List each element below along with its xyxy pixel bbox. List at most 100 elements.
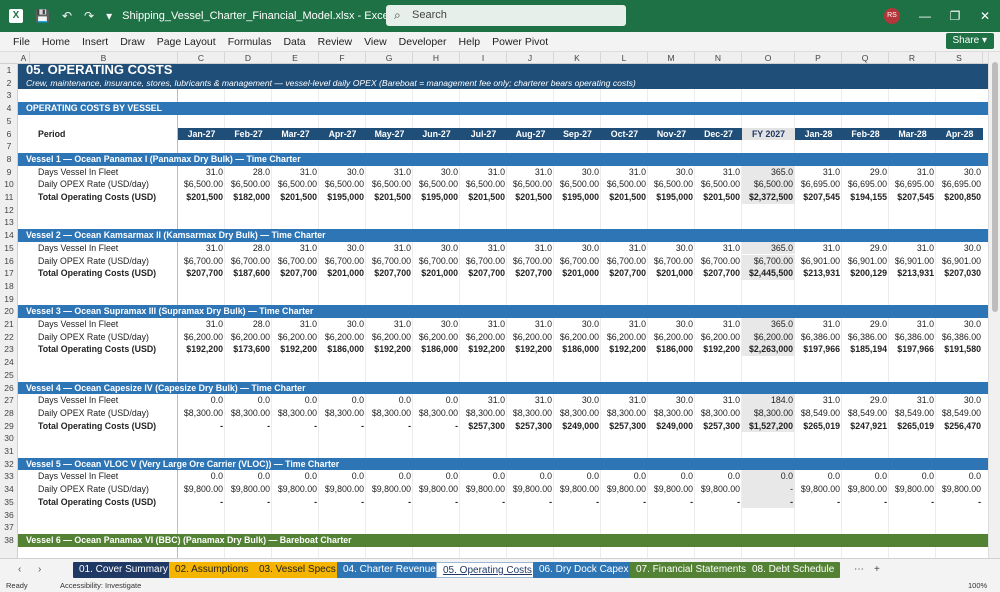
- menu-item-insert[interactable]: Insert: [82, 36, 108, 48]
- row-label[interactable]: Total Operating Costs (USD): [30, 191, 178, 204]
- value-cell[interactable]: $9,800.00: [413, 483, 460, 496]
- value-cell[interactable]: $186,000: [648, 343, 695, 356]
- column-header-p[interactable]: P: [795, 52, 842, 64]
- column-header-d[interactable]: D: [225, 52, 272, 64]
- value-cell[interactable]: $6,700.00: [507, 255, 554, 268]
- value-cell[interactable]: $200,129: [842, 267, 889, 280]
- value-cell[interactable]: $195,000: [319, 191, 366, 204]
- value-cell[interactable]: $8,300.00: [225, 407, 272, 420]
- value-cell[interactable]: $6,700.00: [460, 255, 507, 268]
- row-header[interactable]: 10: [0, 178, 18, 191]
- value-cell[interactable]: -: [936, 496, 983, 509]
- value-cell[interactable]: $8,300.00: [507, 407, 554, 420]
- row-header[interactable]: 27: [0, 394, 18, 407]
- value-cell[interactable]: 31.0: [178, 318, 225, 331]
- value-cell[interactable]: 31.0: [507, 166, 554, 179]
- row-header[interactable]: 13: [0, 216, 18, 229]
- value-cell[interactable]: 0.0: [225, 394, 272, 407]
- column-header-k[interactable]: K: [554, 52, 601, 64]
- row-label[interactable]: Daily OPEX Rate (USD/day): [30, 331, 178, 344]
- value-cell[interactable]: $6,500.00: [648, 178, 695, 191]
- tab-sheet[interactable]: 03. Vessel Specs: [253, 562, 342, 578]
- value-cell[interactable]: $1,527,200: [742, 419, 795, 433]
- value-cell[interactable]: $9,800.00: [554, 483, 601, 496]
- value-cell[interactable]: $6,200.00: [366, 331, 413, 344]
- value-cell[interactable]: $201,000: [648, 267, 695, 280]
- value-cell[interactable]: $257,300: [695, 420, 742, 433]
- value-cell[interactable]: $2,445,500: [742, 267, 795, 280]
- row-label[interactable]: Days Vessel In Fleet: [30, 242, 178, 255]
- value-cell[interactable]: $201,000: [554, 267, 601, 280]
- value-cell[interactable]: $6,700.00: [178, 255, 225, 268]
- value-cell[interactable]: $192,200: [366, 343, 413, 356]
- tab-sheet[interactable]: 02. Assumptions: [169, 562, 255, 578]
- row-header[interactable]: 6: [0, 128, 18, 141]
- value-cell[interactable]: $195,000: [413, 191, 460, 204]
- value-cell[interactable]: $182,000: [225, 191, 272, 204]
- more-tabs-icon[interactable]: ⋯: [848, 562, 870, 578]
- value-cell[interactable]: $213,931: [889, 267, 936, 280]
- value-cell[interactable]: 30.0: [413, 166, 460, 179]
- menu-item-formulas[interactable]: Formulas: [228, 36, 272, 48]
- row-label[interactable]: Daily OPEX Rate (USD/day): [30, 178, 178, 191]
- period-header[interactable]: Sep-27: [554, 127, 601, 141]
- value-cell[interactable]: 0.0: [178, 470, 225, 483]
- value-cell[interactable]: $207,700: [507, 267, 554, 280]
- value-cell[interactable]: $9,800.00: [648, 483, 695, 496]
- value-cell[interactable]: 0.0: [366, 394, 413, 407]
- value-cell[interactable]: -: [507, 496, 554, 509]
- value-cell[interactable]: $192,200: [507, 343, 554, 356]
- value-cell[interactable]: 0.0: [413, 394, 460, 407]
- value-cell[interactable]: 365.0: [742, 165, 795, 179]
- value-cell[interactable]: $9,800.00: [225, 483, 272, 496]
- value-cell[interactable]: 31.0: [795, 166, 842, 179]
- period-header[interactable]: Nov-27: [648, 127, 695, 141]
- row-header[interactable]: 31: [0, 445, 18, 458]
- row-header[interactable]: 21: [0, 318, 18, 331]
- menu-item-help[interactable]: Help: [459, 36, 481, 48]
- value-cell[interactable]: -: [366, 496, 413, 509]
- value-cell[interactable]: -: [272, 420, 319, 433]
- value-cell[interactable]: $6,500.00: [319, 178, 366, 191]
- value-cell[interactable]: $9,800.00: [842, 483, 889, 496]
- row-label[interactable]: Days Vessel In Fleet: [30, 166, 178, 179]
- column-header-s[interactable]: S: [936, 52, 983, 64]
- value-cell[interactable]: $9,800.00: [601, 483, 648, 496]
- value-cell[interactable]: $6,700.00: [601, 255, 648, 268]
- row-header[interactable]: 8: [0, 153, 18, 166]
- value-cell[interactable]: -: [413, 496, 460, 509]
- value-cell[interactable]: $8,300.00: [272, 407, 319, 420]
- row-header[interactable]: 4: [0, 102, 18, 115]
- value-cell[interactable]: $6,200.00: [319, 331, 366, 344]
- value-cell[interactable]: 30.0: [319, 166, 366, 179]
- value-cell[interactable]: $6,200.00: [742, 330, 795, 344]
- period-header[interactable]: Mar-27: [272, 127, 319, 141]
- menu-item-developer[interactable]: Developer: [399, 36, 447, 48]
- value-cell[interactable]: $8,300.00: [460, 407, 507, 420]
- value-cell[interactable]: 31.0: [601, 318, 648, 331]
- value-cell[interactable]: 0.0: [742, 470, 795, 484]
- row-header[interactable]: 38: [0, 534, 18, 547]
- avatar[interactable]: RS: [884, 8, 900, 24]
- row-label[interactable]: Daily OPEX Rate (USD/day): [30, 407, 178, 420]
- value-cell[interactable]: $192,200: [460, 343, 507, 356]
- menu-item-home[interactable]: Home: [42, 36, 70, 48]
- value-cell[interactable]: 30.0: [648, 166, 695, 179]
- row-header[interactable]: 34: [0, 483, 18, 496]
- column-header-b[interactable]: B: [30, 52, 178, 64]
- value-cell[interactable]: $2,263,000: [742, 343, 795, 357]
- value-cell[interactable]: $207,700: [695, 267, 742, 280]
- value-cell[interactable]: 0.0: [225, 470, 272, 483]
- value-cell[interactable]: 30.0: [554, 318, 601, 331]
- row-header[interactable]: 19: [0, 293, 18, 306]
- value-cell[interactable]: 31.0: [366, 242, 413, 255]
- value-cell[interactable]: $6,901.00: [889, 255, 936, 268]
- value-cell[interactable]: $207,030: [936, 267, 983, 280]
- value-cell[interactable]: $207,700: [366, 267, 413, 280]
- value-cell[interactable]: 30.0: [648, 318, 695, 331]
- menu-item-page-layout[interactable]: Page Layout: [157, 36, 216, 48]
- value-cell[interactable]: $6,500.00: [742, 178, 795, 191]
- value-cell[interactable]: 30.0: [554, 166, 601, 179]
- value-cell[interactable]: $191,580: [936, 343, 983, 356]
- value-cell[interactable]: $213,931: [795, 267, 842, 280]
